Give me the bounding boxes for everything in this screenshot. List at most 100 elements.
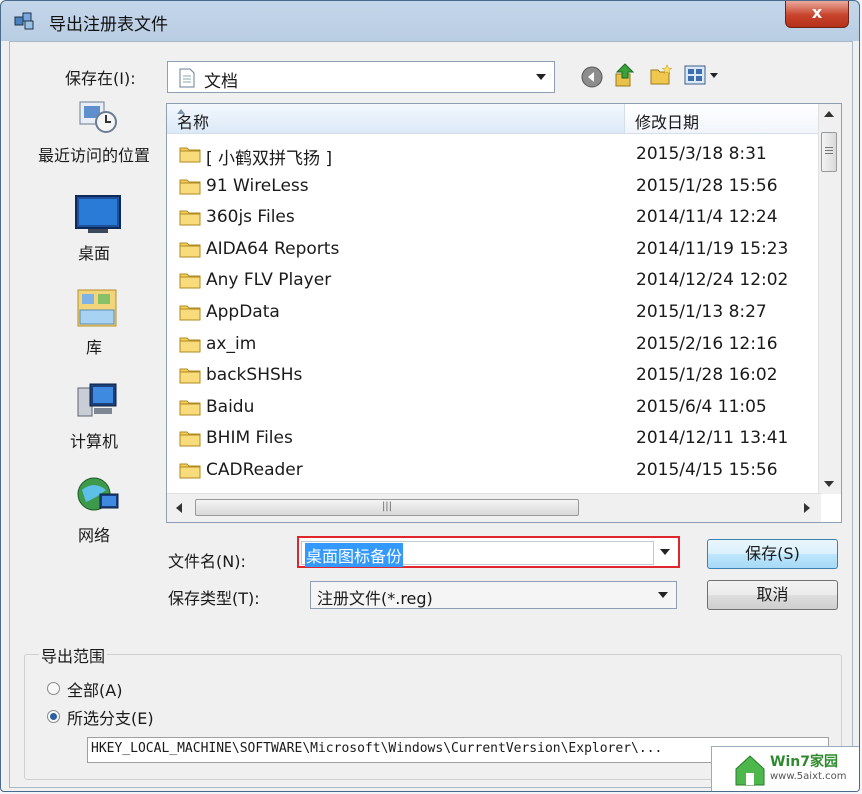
cancel-button[interactable]: 取消 [707,580,838,610]
file-name: 91 WireLess [206,175,309,196]
place-label: 网络 [77,526,110,545]
file-row[interactable]: AIDA64 Reports 2014/11/19 15:23 [167,234,819,265]
file-row[interactable]: 91 WireLess 2015/1/28 15:56 [167,171,819,202]
filename-input[interactable]: 桌面图标备份 [297,536,680,568]
file-row[interactable]: Any FLV Player 2014/12/24 12:02 [167,265,819,296]
view-menu-icon[interactable] [684,64,724,86]
filetype-dropdown[interactable]: 注册文件(*.reg) [310,581,677,609]
horizontal-scrollbar[interactable]: ||| [167,493,821,522]
file-row[interactable]: AppData 2015/1/13 8:27 [167,297,819,328]
title-bar[interactable]: 导出注册表文件 x [1,1,859,39]
dialog-title: 导出注册表文件 [49,15,168,35]
filetype-label: 保存类型(T): [168,589,260,608]
save-in-value: 文档 [204,72,238,92]
file-date: 2014/12/24 12:02 [636,270,789,291]
column-header-name[interactable]: 名称 [167,104,625,134]
export-registry-dialog: 导出注册表文件 x 保存在(I): 文档 最近访问的位置 桌面 库 计算机 网络… [0,0,860,792]
save-in-dropdown[interactable]: 文档 [167,61,555,93]
vertical-scrollbar[interactable] [818,104,841,494]
file-list[interactable]: 名称 修改日期 [ 小鹤双拼飞扬 ] 2015/3/18 8:31 91 WireL… [166,103,842,523]
folder-icon [179,147,201,163]
close-button[interactable]: x [785,1,849,28]
file-name: AppData [206,302,280,322]
filename-field[interactable]: 桌面图标备份 [301,541,654,567]
place-label: 桌面 [77,244,110,263]
file-name: 360js Files [206,207,295,228]
vertical-scroll-thumb[interactable] [821,132,837,172]
export-range-legend: 导出范围 [39,643,108,667]
scroll-down-icon[interactable] [824,480,834,488]
scroll-right-icon[interactable] [803,503,811,513]
place-label: 库 [85,338,102,357]
folder-icon [179,431,201,447]
file-name: AIDA64 Reports [206,238,340,259]
computer-icon [77,383,117,417]
file-date: 2015/1/28 16:02 [636,365,778,386]
file-name: ax_im [206,333,257,354]
dialog-body: 保存在(I): 文档 最近访问的位置 桌面 库 计算机 网络 名称 修改日期 [… [9,41,853,788]
chevron-down-icon[interactable] [660,549,670,555]
radio-selected-branch-label[interactable]: 所选分支(E) [67,705,154,729]
file-row[interactable]: 360js Files 2014/11/4 12:24 [167,202,819,233]
file-row[interactable]: BHIM Files 2014/12/11 13:41 [167,423,819,454]
radio-all-label[interactable]: 全部(A) [67,677,122,701]
back-icon[interactable] [581,66,603,88]
file-row[interactable]: [ 小鹤双拼飞扬 ] 2015/3/18 8:31 [167,139,819,170]
file-name: [ 小鹤双拼飞扬 ] [206,149,333,169]
folder-icon [179,400,201,416]
scroll-left-icon[interactable] [175,503,183,513]
file-row[interactable]: ax_im 2015/2/16 12:16 [167,329,819,360]
file-name: BHIM Files [206,428,293,449]
file-name: Baidu [206,396,255,417]
watermark-url: www.5aixt.com [770,771,847,782]
file-row[interactable]: Baidu 2015/6/4 11:05 [167,392,819,423]
registry-editor-icon [14,12,34,30]
folder-icon [179,273,201,289]
file-date: 2015/6/4 11:05 [636,396,767,417]
filename-label: 文件名(N): [168,552,246,571]
chevron-down-icon[interactable] [658,592,668,598]
up-folder-icon[interactable] [613,62,637,88]
file-date: 2015/3/18 8:31 [636,144,767,164]
file-row[interactable]: CADReader 2015/4/15 15:56 [167,455,819,486]
save-in-label: 保存在(I): [65,69,136,88]
watermark-logo: Win7家园 www.5aixt.com [711,746,859,791]
documents-icon [179,68,195,88]
folder-icon [179,463,201,479]
place-label: 最近访问的位置 [37,146,150,165]
column-header-label: 名称 [177,113,210,132]
file-name: CADReader [206,460,303,480]
network-icon [77,477,119,511]
place-label: 计算机 [69,432,118,451]
file-row[interactable]: backSHSHs 2015/1/28 16:02 [167,360,819,391]
radio-selected-branch[interactable] [47,710,60,723]
chevron-down-icon[interactable] [536,74,546,80]
column-header-label: 修改日期 [635,113,700,132]
file-date: 2015/2/16 12:16 [636,333,778,354]
filetype-value: 注册文件(*.reg) [317,589,433,608]
file-date: 2015/4/15 15:56 [636,460,778,480]
folder-icon [179,368,201,384]
save-button[interactable]: 保存(S) [707,539,838,569]
folder-icon [179,337,201,353]
file-date: 2014/11/4 12:24 [636,207,778,228]
file-date: 2014/12/11 13:41 [636,428,789,449]
file-date: 2015/1/28 15:56 [636,175,778,196]
house-logo-icon [735,755,765,786]
folder-icon [179,242,201,258]
new-folder-icon[interactable] [649,64,673,86]
horizontal-scroll-thumb[interactable]: ||| [195,499,579,516]
folder-icon [179,179,201,195]
file-date: 2015/1/13 8:27 [636,302,767,322]
column-header-date[interactable]: 修改日期 [625,104,819,134]
folder-icon [179,305,201,321]
filename-value[interactable]: 桌面图标备份 [305,543,404,567]
desktop-icon [75,195,121,233]
libraries-icon [77,289,117,327]
branch-path-value[interactable]: HKEY_LOCAL_MACHINE\SOFTWARE\Microsoft\Wi… [91,741,662,756]
scroll-up-icon[interactable] [824,110,834,118]
folder-icon [179,210,201,226]
radio-all[interactable] [47,682,60,695]
watermark-title: Win7家园 [770,754,838,770]
file-name: backSHSHs [206,365,303,386]
